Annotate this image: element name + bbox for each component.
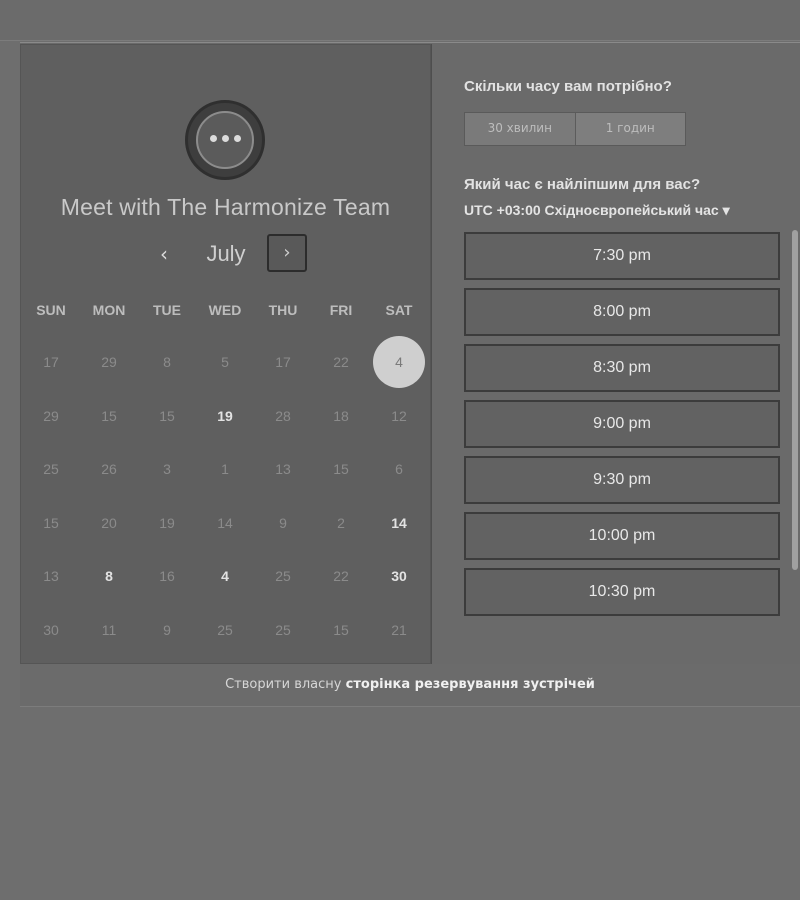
time-slot[interactable]: 7:30 pm <box>464 232 780 280</box>
footer-prefix: Створити власну <box>225 677 342 692</box>
calendar-day[interactable]: 4 <box>199 550 251 602</box>
time-slot-scrollbar[interactable] <box>792 230 798 570</box>
time-slot[interactable]: 9:00 pm <box>464 400 780 448</box>
calendar-day[interactable]: 29 <box>83 336 135 388</box>
calendar-day[interactable]: 26 <box>83 443 135 495</box>
calendar-day[interactable]: 8 <box>83 550 135 602</box>
calendar-day[interactable]: 30 <box>25 604 77 656</box>
current-month: July <box>206 241 246 266</box>
calendar-day[interactable]: 9 <box>257 497 309 549</box>
calendar-day[interactable]: 1 <box>199 443 251 495</box>
calendar-day[interactable]: 15 <box>315 443 367 495</box>
prev-month-icon[interactable]: ‹ <box>151 238 177 270</box>
duration-toggle: 30 хвилин 1 годин <box>464 112 686 146</box>
calendar-day[interactable]: 11 <box>83 604 135 656</box>
calendar-day[interactable]: 30 <box>373 550 425 602</box>
calendar-day[interactable]: 28 <box>257 390 309 442</box>
duration-option-1hour[interactable]: 1 годин <box>574 113 685 145</box>
calendar-day[interactable]: 16 <box>141 550 193 602</box>
calendar-day[interactable]: 6 <box>373 443 425 495</box>
calendar-day[interactable]: 15 <box>315 604 367 656</box>
calendar-panel: Meet with The Harmonize Team ‹ July › SU… <box>20 44 432 664</box>
calendar-day[interactable]: 21 <box>373 604 425 656</box>
calendar-day[interactable]: 3 <box>141 443 193 495</box>
time-slot-list: 7:30 pm 8:00 pm 8:30 pm 9:00 pm 9:30 pm … <box>464 232 786 622</box>
calendar-day[interactable]: 15 <box>141 390 193 442</box>
calendar-day[interactable]: 25 <box>257 604 309 656</box>
duration-question: Скільки часу вам потрібно? <box>464 78 672 95</box>
calendar-day[interactable]: 13 <box>25 550 77 602</box>
create-booking-page-link[interactable]: сторінка резервування зустрічей <box>346 677 595 692</box>
month-navigator: ‹ July › <box>20 234 431 274</box>
calendar-day[interactable]: 17 <box>257 336 309 388</box>
team-logo <box>185 100 265 180</box>
calendar-day[interactable]: 8 <box>141 336 193 388</box>
time-slot[interactable]: 10:00 pm <box>464 512 780 560</box>
next-month-icon[interactable]: › <box>267 234 307 272</box>
timezone-select[interactable]: UTC +03:00 Східноєвропейський час ▾ <box>464 202 730 219</box>
footer: Створити власну сторінка резервування зу… <box>20 664 800 707</box>
calendar-day[interactable]: 12 <box>373 390 425 442</box>
weekday-mon: MON <box>92 302 126 318</box>
calendar-day[interactable]: 22 <box>315 336 367 388</box>
calendar-day[interactable]: 20 <box>83 497 135 549</box>
time-slot[interactable]: 10:30 pm <box>464 568 780 616</box>
weekday-tue: TUE <box>153 302 181 318</box>
calendar-day[interactable]: 5 <box>199 336 251 388</box>
calendar-day[interactable]: 19 <box>199 390 251 442</box>
time-question: Який час є найліпшим для вас? <box>464 176 701 193</box>
calendar-day[interactable]: 13 <box>257 443 309 495</box>
calendar-day[interactable]: 25 <box>257 550 309 602</box>
calendar-day[interactable]: 15 <box>83 390 135 442</box>
calendar-day[interactable]: 25 <box>25 443 77 495</box>
calendar-day[interactable]: 15 <box>25 497 77 549</box>
weekday-thu: THU <box>268 302 298 318</box>
meeting-title: Meet with The Harmonize Team <box>60 194 391 220</box>
calendar-day[interactable]: 17 <box>25 336 77 388</box>
calendar-day[interactable]: 29 <box>25 390 77 442</box>
calendar-day[interactable]: 22 <box>315 550 367 602</box>
calendar-day[interactable]: 25 <box>199 604 251 656</box>
time-slot[interactable]: 8:30 pm <box>464 344 780 392</box>
weekday-sun: SUN <box>36 302 66 318</box>
time-slot[interactable]: 8:00 pm <box>464 288 780 336</box>
calendar-day[interactable]: 2 <box>315 497 367 549</box>
calendar-day[interactable]: 9 <box>141 604 193 656</box>
top-bar <box>0 0 800 41</box>
calendar-day[interactable]: 19 <box>141 497 193 549</box>
duration-option-30min[interactable]: 30 хвилин <box>465 113 575 145</box>
calendar-day[interactable]: 14 <box>373 497 425 549</box>
calendar-day[interactable]: 14 <box>199 497 251 549</box>
calendar-day[interactable]: 4 <box>373 336 425 388</box>
calendar-day[interactable]: 18 <box>315 390 367 442</box>
chat-bubble-icon <box>196 111 254 169</box>
weekday-sat: SAT <box>385 302 413 318</box>
weekday-wed: WED <box>208 302 242 318</box>
time-slot[interactable]: 9:30 pm <box>464 456 780 504</box>
weekday-fri: FRI <box>329 302 353 318</box>
time-panel: Скільки часу вам потрібно? 30 хвилин 1 г… <box>432 44 800 664</box>
